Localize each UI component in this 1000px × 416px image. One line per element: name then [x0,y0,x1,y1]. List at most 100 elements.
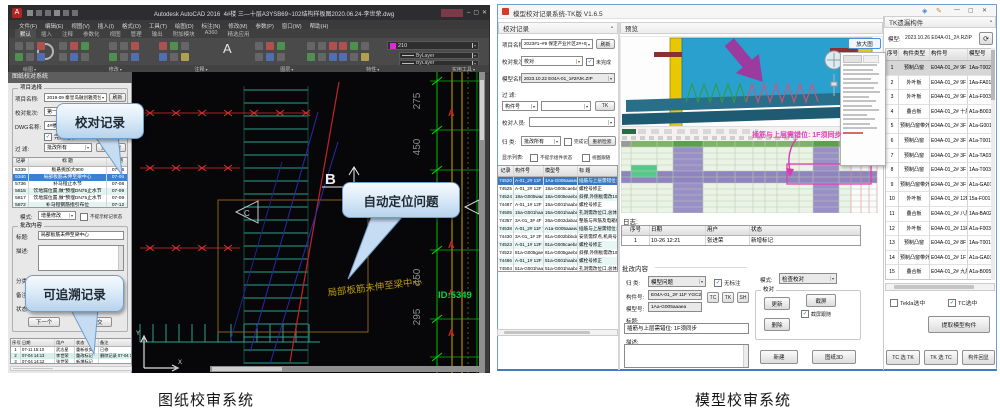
m-component-filter-select[interactable]: 构件号▾ [502,101,538,111]
desc-scrollbar[interactable] [118,246,123,270]
m-follow-checkbox[interactable]: 视图跟随 [582,154,610,162]
palette-refresh-button[interactable]: 刷新 [109,93,126,102]
draw3d-button[interactable]: 图纸3D [812,350,856,364]
e-class-select[interactable]: 模型问题▾ [648,276,706,287]
e-nomark-checkbox[interactable]: ✓无标注 [714,279,741,287]
no-hint-checkbox[interactable]: 不提示标记状态 [80,213,122,221]
autocad-window-controls[interactable]: –▢✕ [467,9,490,16]
table-row[interactable]: 5817饮地漏位置,做"预埋DN75止水节07-09 [13,195,127,202]
table-row[interactable]: 15叠合板E04A-01_2# 九层…A1a-B005 [886,265,994,280]
m-project-select[interactable]: 2023#1~#9 保定产业片区2#+02#厂▾ [521,39,593,49]
m-model-select[interactable]: 2023.10.22 E04A-01_1#2#JK.ZIP▾ [521,73,615,83]
next-button[interactable]: 下一个 [28,317,60,327]
panel-pin-icon[interactable]: ▪ [611,25,613,31]
table-row[interactable]: 7450515a-G001haaba15a-G001haaba孔洞需改位口,总体 [498,209,617,217]
ribbon[interactable]: A 210▾ ByLayer▾ ByLayer▾ [9,38,489,65]
tekla-select-checkbox[interactable]: Tekla选中 [890,298,925,307]
cad-drawing-canvas[interactable]: AAAAA B C 局部板筋未伸至梁中心 ID:5349 275 450 450… [132,72,479,373]
m-refresh-button[interactable]: 刷新 [596,39,615,49]
table-row[interactable]: 14预制凸窗带外叶E04A-01_2# 1F Y…A1a-GA03 [886,251,994,266]
table-row[interactable]: 10外叶板E04A-01_2# 12F …15a-F001 [886,192,994,207]
tk-vscrollbar[interactable] [991,48,995,280]
table-row[interactable]: 743573A-01_3# 4F YGC26a-G002dabaa整筋与吊筋及电… [498,217,617,225]
create-button[interactable]: 新建 [760,350,798,364]
tk-to-tc-button[interactable]: TK 选 TC [924,350,958,365]
table-row[interactable]: 74487A-01_1# 12F YGC15a-G001haaba螺栓号修正 [498,201,617,209]
m-filter-input[interactable]: ▾ [541,101,591,111]
tk-pin-icon[interactable]: ▪ [990,19,992,25]
model-records-table[interactable]: 记录构件号模型号标 题 74520A-01_2# 11F YGC1Aa-G005… [497,165,618,272]
table-row[interactable]: 4叠合板E04A-01_2# 十层…A1a-B003 [886,105,994,120]
minimize-button[interactable]: — [954,7,960,13]
m-checker-select[interactable]: ▾ [529,117,615,127]
tk-panel-header[interactable]: TK遗漏构件 ▪ [884,16,996,28]
filter-select[interactable]: 批改所有▾ [44,143,92,152]
m-class-select[interactable]: 批改所有▾ [521,136,561,146]
mode-select[interactable]: 增量修改▾ [38,211,76,220]
table-row[interactable]: 5815饮地漏位置,做"预埋DN75止水节07-09 [13,188,127,195]
table-row[interactable]: 3外叶板E04A-01_2# 9F Y…A1a-F003 [886,90,994,105]
table-row[interactable]: 12外叶板E04A-01_2# 11F …A1a-F003 [886,222,994,237]
palette-titlebar[interactable]: 图纸校对系统 [8,72,132,83]
table-row[interactable]: 5736补马镫止水节07-08 [13,181,127,188]
preview-panel-header[interactable]: 预览 [620,22,883,34]
screenshot-button[interactable]: 截屏 [806,294,836,307]
table-row[interactable]: 110-26 12:21张进荣新增标记 [622,236,860,246]
table-row[interactable]: 7452418a-G005waaba18a-G005eaeba斜撑,外侧板需改1… [498,193,617,201]
delete-button[interactable]: 删除 [764,318,790,331]
table-row[interactable]: 307-04 14:12张世荣新增标记 [11,359,131,364]
tk-button[interactable]: TK [722,292,734,303]
title-field[interactable]: 局部板筋未伸至梁中心 [38,231,124,240]
table-row[interactable]: 1预制凸窗E04A-01_2# 9F Y…1Aa-T002 [886,61,994,76]
table-row[interactable]: 5872补马镫钢筋指引布位07-12 [13,202,127,208]
table-row[interactable]: 7预制凸窗E04A-01_2# 3F Y…A1a-TA03 [886,149,994,164]
tk-missing-table[interactable]: 序号构件类型构件号模型号 1预制凸窗E04A-01_2# 9F Y…1Aa-T0… [885,48,995,280]
pencil-icon[interactable]: ✎ [936,7,942,15]
color-bylayer-combo[interactable]: ByLayer▾ [399,52,479,59]
text-tool-icon[interactable]: A [223,41,232,56]
table-row[interactable]: 7450451a-G001haaba51a-G001haaba孔洞需改位口,总体 [498,265,617,272]
palette-scrollbar[interactable] [10,366,132,371]
sh-button[interactable]: SH [737,292,749,303]
close-button[interactable]: ✕ [982,7,987,14]
layer-combo[interactable]: 210▾ [387,41,479,50]
table-row[interactable]: 6预制凸窗E04A-01_2# 3F Y…A1a-T001 [886,134,994,149]
screenshot-follow-checkbox[interactable]: ✓截屏跟随 [801,310,831,318]
m-tk-button[interactable]: TK [595,101,615,111]
table-row[interactable]: 9预制凸窗带外叶E04A-01_2# 3F Y…A1a-GA01 [886,178,994,193]
autocad-signin-badge[interactable] [441,9,463,17]
table-row[interactable]: 74523A-01_1# 12F YGC81a-G005caeba螺栓号修正 [498,241,617,249]
m-nohint-checkbox[interactable]: 不提示组件状态 [530,154,572,162]
cad-hscrollbar[interactable] [210,366,479,372]
table-row[interactable]: 11叠合板E04A-01_2# 八层…1Aa-BA02 [886,207,994,222]
table-row[interactable]: 13预制凸窗E04A-01_2# 8F Y…1Aa-T001 [886,236,994,251]
tc-select-checkbox[interactable]: ✓TC选中 [948,298,977,307]
review-record-panel-header[interactable]: 校对记录 ▪ [498,22,618,34]
table-row[interactable]: 74525A-01_2# 12F YGC18a-G005caeba螺栓号修正 [498,185,617,193]
cad-vscrollbar[interactable] [479,72,485,373]
m-unfinished-checkbox[interactable]: ✓未完成 [586,58,611,66]
table-row[interactable]: 2外叶板E04A-01_2# 9F …1Aa-FA01 [886,76,994,91]
table-row[interactable]: 74466A-01_1# 12F YGC51a-G001haaba螺栓号修正 [498,257,617,265]
mode2-select[interactable]: 检查校对▾ [779,273,837,284]
maximize-button[interactable]: ▢ [968,7,974,14]
project-name-select[interactable]: 2019-09 秦皇岛融创雅苑住▾ [44,93,107,102]
table-row[interactable]: 74520A-01_2# 11F YGC1Aa-G005aaaea插筋与上层需错… [498,177,617,185]
table-row[interactable]: 744303A-01_1# 2F YGC81a-G002bbbda安装需焊点,机… [498,233,617,241]
e-desc-field[interactable] [624,344,749,368]
shield-icon[interactable]: ◈ [922,7,927,15]
tc-to-tk-button[interactable]: TC 选 TK [886,350,920,365]
m-search-button[interactable]: 重新检索 [588,136,616,146]
tc-button[interactable]: TC [707,292,719,303]
e-title-field[interactable]: 插筋与上层需错位: 1F须同步 [624,323,749,334]
autocad-logo-icon[interactable]: A [12,8,22,18]
tk-hscrollbar[interactable] [885,283,995,291]
table-row[interactable]: 7452281a-G005gaeba81a-G005gaeba斜撑,外侧板需改1… [498,249,617,257]
update-button[interactable]: 更新 [764,297,790,310]
desc-field[interactable] [38,245,124,271]
extract-button[interactable]: 提取模型构件 [928,316,990,333]
table-row[interactable]: 8预制凸窗E04A-01_2# 3F Y…1Aa-T003 [886,163,994,178]
quick-access-toolbar[interactable] [27,10,97,17]
table-row[interactable]: 5预制凸窗带外叶E04A-01_2# 3F Y…A1a-G001 [886,119,994,134]
m-records-hscrollbar[interactable] [497,329,618,336]
